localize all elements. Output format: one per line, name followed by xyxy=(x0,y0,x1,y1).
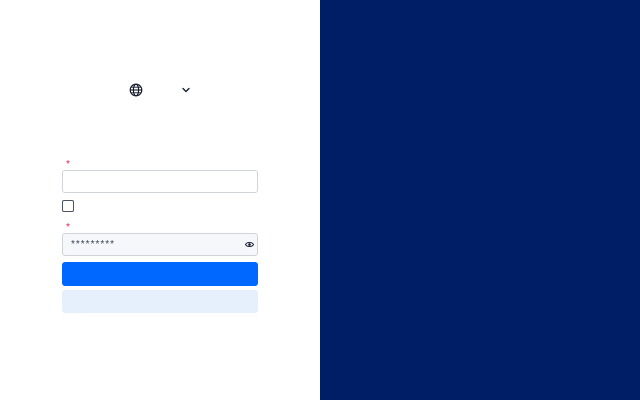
login-button[interactable] xyxy=(62,262,258,286)
language-selector[interactable] xyxy=(129,82,193,98)
remember-checkbox[interactable] xyxy=(62,200,74,212)
brand-panel xyxy=(320,0,640,400)
secondary-button[interactable] xyxy=(62,290,258,313)
eye-icon[interactable] xyxy=(245,241,254,248)
password-required-marker: * xyxy=(66,222,70,233)
chevron-down-icon xyxy=(182,87,190,93)
username-required-marker: * xyxy=(66,159,70,170)
globe-icon xyxy=(129,83,143,97)
password-input[interactable] xyxy=(62,233,258,256)
username-input[interactable] xyxy=(62,170,258,193)
login-panel: * * xyxy=(0,0,320,400)
